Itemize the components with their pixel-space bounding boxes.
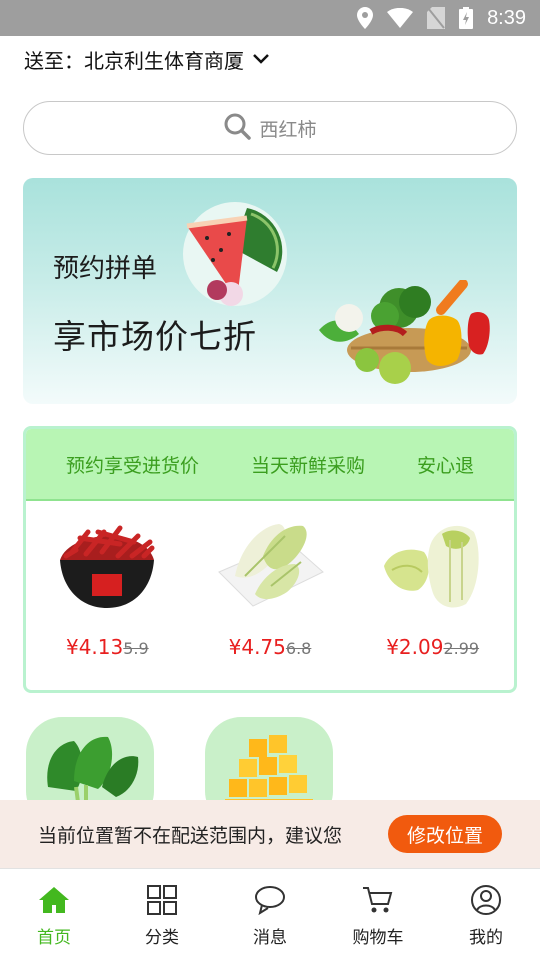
promo-card: 预约享受进货价 当天新鲜采购 安心退 ¥4.13 5.9 ¥4.75 6.8 ¥…	[23, 426, 517, 693]
delivery-notice: 当前位置暂不在配送范围内，建议您 修改位置	[0, 800, 540, 868]
nav-item-category[interactable]: 分类	[108, 869, 216, 960]
nav-label: 我的	[469, 928, 503, 948]
baby-cabbage-image	[215, 511, 325, 621]
promo-features: 预约享受进货价 当天新鲜采购 安心退	[26, 429, 514, 501]
search-icon	[223, 112, 252, 144]
product-card[interactable]: ¥4.75 6.8	[195, 511, 345, 659]
nav-label: 消息	[253, 928, 287, 948]
promo-banner[interactable]: 预约拼单 享市场价七折	[23, 178, 517, 404]
wifi-icon	[387, 8, 414, 28]
product-card[interactable]: ¥2.09 2.99	[358, 511, 508, 659]
product-original-price: 5.9	[123, 639, 149, 658]
banner-subtitle: 预约拼单	[53, 254, 158, 284]
battery-icon	[459, 7, 474, 29]
napa-cabbage-image	[378, 511, 488, 621]
product-original-price: 6.8	[285, 639, 312, 658]
cart-icon	[362, 885, 394, 919]
product-price: ¥4.13	[65, 635, 124, 659]
no-sim-icon	[427, 7, 446, 29]
nav-item-messages[interactable]: 消息	[216, 869, 324, 960]
change-location-button[interactable]: 修改位置	[388, 815, 502, 853]
nav-item-home[interactable]: 首页	[0, 869, 108, 960]
vegetable-basket-image	[311, 279, 507, 394]
nav-item-cart[interactable]: 购物车	[324, 869, 432, 960]
chevron-down-icon	[252, 53, 270, 65]
status-time: 8:39	[487, 6, 526, 29]
location-label: 送至：	[24, 48, 84, 73]
nav-label: 分类	[145, 928, 179, 948]
location-address: 北京利生体育商厦	[84, 48, 244, 73]
home-icon	[38, 885, 70, 919]
banner-title: 享市场价七折	[53, 317, 257, 356]
product-original-price: 2.99	[443, 639, 480, 658]
feature-wholesale-price: 预约享受进货价	[65, 454, 199, 477]
product-card[interactable]: ¥4.13 5.9	[32, 511, 182, 659]
search-placeholder: 西红柿	[259, 118, 317, 141]
user-icon	[470, 885, 502, 919]
chat-icon	[254, 885, 286, 919]
product-price: ¥2.09	[386, 635, 444, 659]
search-input[interactable]: 西红柿	[23, 101, 517, 155]
nav-label: 购物车	[352, 928, 404, 948]
nav-label: 首页	[37, 928, 71, 948]
nav-item-profile[interactable]: 我的	[432, 869, 540, 960]
grid-icon	[146, 885, 178, 919]
dried-chili-image	[52, 511, 162, 621]
watermelon-image	[177, 198, 289, 312]
bottom-nav: 首页 分类 消息 购物车 我的	[0, 868, 540, 960]
status-bar: 8:39	[0, 0, 540, 36]
product-price: ¥4.75	[228, 635, 286, 659]
notice-text: 当前位置暂不在配送范围内，建议您	[38, 824, 343, 847]
delivery-location[interactable]: 送至： 北京利生体育商厦	[24, 44, 270, 74]
location-icon	[357, 7, 374, 29]
feature-safe-return: 安心退	[416, 454, 474, 477]
feature-fresh-purchase: 当天新鲜采购	[250, 454, 365, 477]
